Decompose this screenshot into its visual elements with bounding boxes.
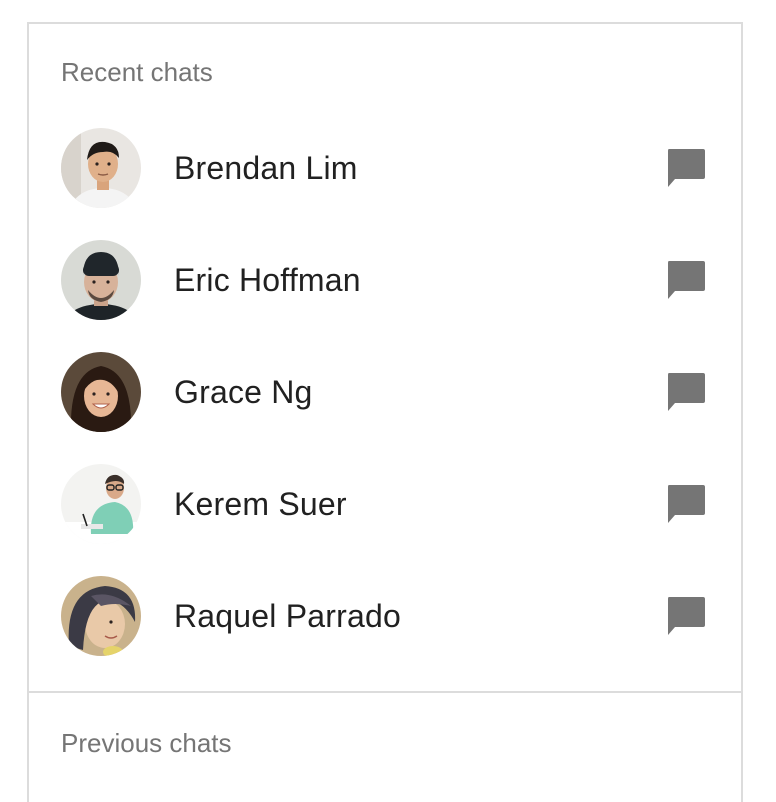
chat-bubble-icon[interactable] <box>665 147 707 189</box>
avatar <box>61 128 141 208</box>
raquel-parrado-avatar <box>61 576 141 656</box>
recent-chats-list: Brendan Lim Eric Hoffman Grace Ng Kerem … <box>29 112 741 672</box>
list-item-kerem-suer[interactable]: Kerem Suer <box>29 448 741 560</box>
avatar <box>61 240 141 320</box>
avatar <box>61 352 141 432</box>
contact-name: Grace Ng <box>174 373 313 410</box>
contact-name: Kerem Suer <box>174 485 347 522</box>
contact-name: Raquel Parrado <box>174 597 401 634</box>
contact-name: Eric Hoffman <box>174 261 361 298</box>
eric-hoffman-avatar <box>61 240 141 320</box>
recent-chats-header: Recent chats <box>61 57 213 87</box>
previous-chats-header: Previous chats <box>61 728 232 758</box>
list-item-eric-hoffman[interactable]: Eric Hoffman <box>29 224 741 336</box>
list-item-raquel-parrado[interactable]: Raquel Parrado <box>29 560 741 672</box>
chat-bubble-icon[interactable] <box>665 371 707 413</box>
chat-bubble-icon[interactable] <box>665 483 707 525</box>
avatar <box>61 464 141 544</box>
avatar <box>61 576 141 656</box>
contact-name: Brendan Lim <box>174 149 358 186</box>
list-item-brendan-lim[interactable]: Brendan Lim <box>29 112 741 224</box>
chat-list-card: Recent chats Brendan Lim Eric Hoffman Gr… <box>27 22 743 802</box>
chat-bubble-icon[interactable] <box>665 595 707 637</box>
chat-bubble-icon[interactable] <box>665 259 707 301</box>
grace-ng-avatar <box>61 352 141 432</box>
kerem-suer-avatar <box>61 464 141 544</box>
brendan-lim-avatar <box>61 128 141 208</box>
list-item-grace-ng[interactable]: Grace Ng <box>29 336 741 448</box>
